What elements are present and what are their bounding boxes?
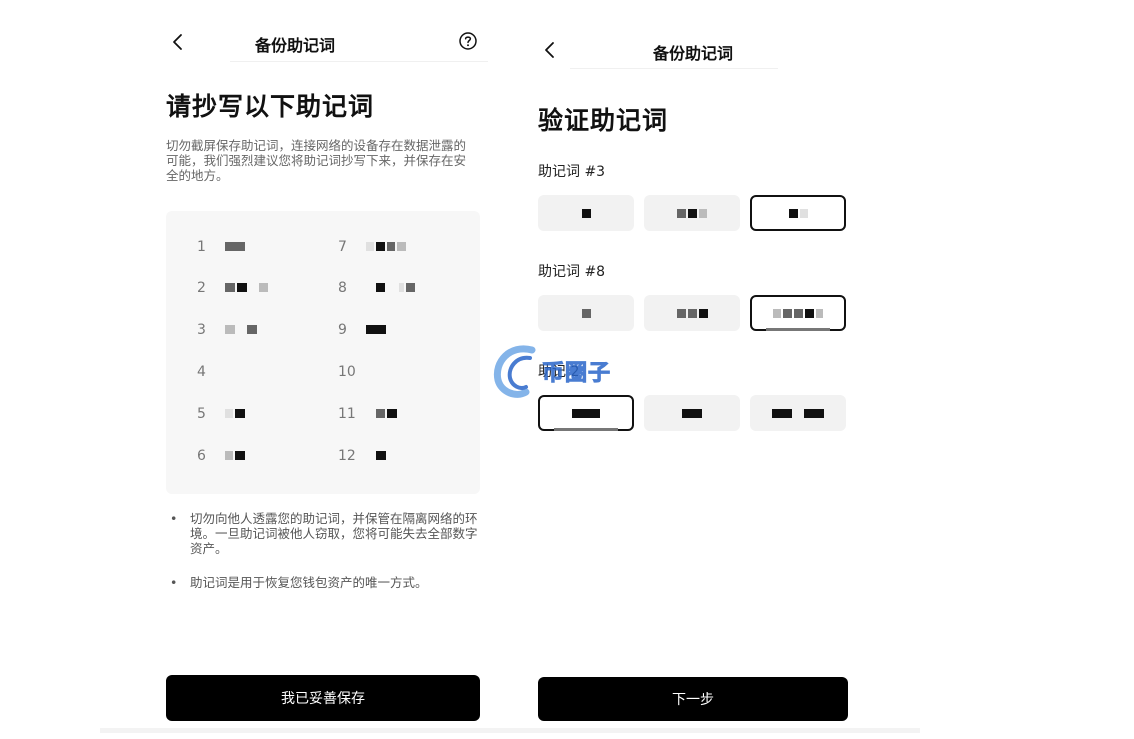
bullet: •: [170, 575, 178, 590]
watermark-logo-icon: [493, 345, 536, 398]
word-option[interactable]: [644, 195, 740, 231]
word-option[interactable]: [644, 395, 740, 431]
word-option[interactable]: [538, 295, 634, 331]
chevron-left-icon: [545, 42, 554, 58]
heading: 验证助记词: [538, 106, 669, 135]
word-option[interactable]: [750, 395, 846, 431]
word-number: 1: [197, 239, 206, 255]
heading: 请抄写以下助记词: [166, 92, 375, 121]
selection-underline: [554, 428, 618, 431]
question-circle-icon: [459, 32, 477, 50]
word-option[interactable]: [644, 295, 740, 331]
selection-underline: [766, 328, 830, 331]
word-number: 11: [338, 406, 356, 422]
question-label: 助记词 #3: [538, 164, 606, 180]
tip-text: 助记词是用于恢复您钱包资产的唯一方式。: [190, 575, 428, 590]
word-number: 6: [197, 448, 206, 464]
nav-divider: [570, 68, 778, 69]
description: 切勿截屏保存助记词，连接网络的设备存在数据泄露的可能，我们强烈建议您将助记词抄写…: [166, 138, 467, 183]
mnemonic-card: 1 2 3 4 5 6 7 8 9 10 11 12: [166, 211, 480, 494]
chevron-left-icon: [173, 34, 182, 50]
word-option-selected[interactable]: [538, 395, 634, 431]
bullet: •: [170, 511, 178, 526]
back-button[interactable]: [538, 38, 562, 62]
page-title: 备份助记词: [652, 44, 733, 63]
word-number: 8: [338, 280, 347, 296]
word-option[interactable]: [538, 195, 634, 231]
word-number: 9: [338, 322, 347, 338]
next-step-button[interactable]: 下一步: [538, 677, 848, 721]
back-button[interactable]: [166, 30, 190, 54]
word-number: 12: [338, 448, 356, 464]
watermark: 币圈子: [490, 340, 650, 400]
info-tip: • 助记词是用于恢复您钱包资产的唯一方式。: [170, 575, 478, 593]
word-option-selected[interactable]: [750, 295, 846, 331]
word-number: 4: [197, 364, 206, 380]
word-number: 10: [338, 364, 356, 380]
bottom-strip: [100, 728, 920, 733]
word-number: 3: [197, 322, 206, 338]
watermark-text: 币圈子: [541, 361, 612, 387]
tip-text: 切勿向他人透露您的助记词，并保管在隔离网络的环境。一旦助记词被他人窃取，您将可能…: [190, 511, 478, 556]
question-label: 助记词 #8: [538, 264, 606, 280]
nav-divider: [230, 61, 488, 62]
word-option-selected[interactable]: [750, 195, 846, 231]
page-title: 备份助记词: [254, 36, 335, 55]
help-button[interactable]: [458, 31, 478, 51]
word-number: 7: [338, 239, 347, 255]
word-number: 2: [197, 280, 206, 296]
warning-tip: • 切勿向他人透露您的助记词，并保管在隔离网络的环境。一旦助记词被他人窃取，您将…: [170, 511, 478, 559]
confirm-saved-button[interactable]: 我已妥善保存: [166, 675, 480, 721]
word-number: 5: [197, 406, 206, 422]
